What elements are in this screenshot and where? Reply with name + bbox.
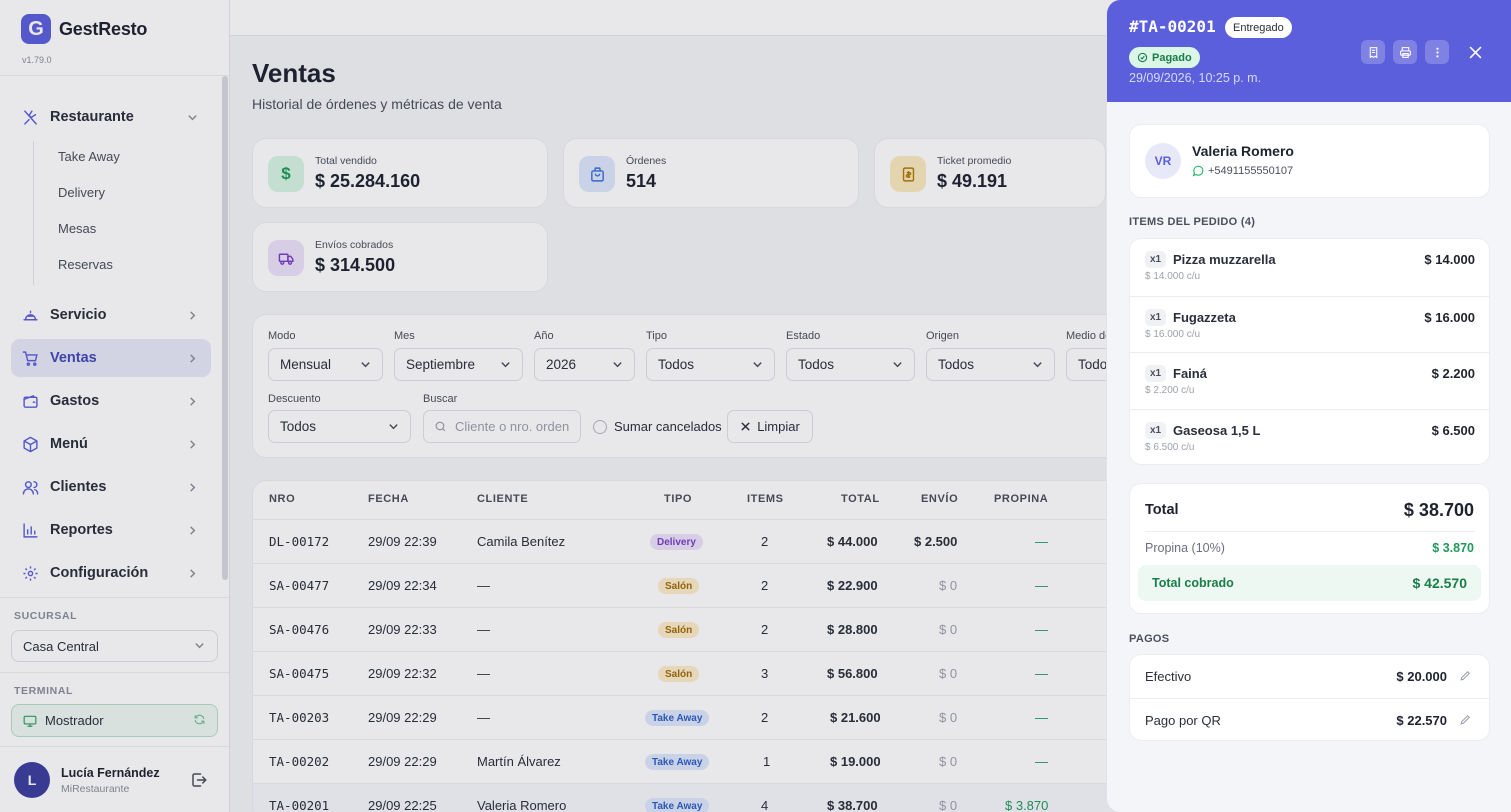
tip-value: $ 3.870 (1432, 541, 1474, 555)
order-item: x1 Fainá $ 2.200 c/u $ 2.200 (1130, 352, 1489, 409)
item-name: Pizza muzzarella (1173, 252, 1276, 267)
payments-section-title: PAGOS (1129, 633, 1170, 645)
whatsapp-icon (1192, 165, 1204, 177)
divider (1145, 531, 1475, 532)
customer-card: VR Valeria Romero +5491155550107 (1129, 124, 1490, 198)
close-panel-button[interactable] (1464, 41, 1486, 63)
item-qty: x1 (1145, 309, 1167, 326)
pencil-icon[interactable] (1459, 669, 1473, 683)
order-date: 29/09/2026, 10:25 p. m. (1129, 71, 1262, 85)
item-unit-price: $ 16.000 c/u (1145, 329, 1201, 340)
payment-row: Efectivo $ 20.000 (1130, 655, 1489, 698)
payment-amount: $ 20.000 (1396, 669, 1447, 684)
item-unit-price: $ 14.000 c/u (1145, 271, 1201, 282)
collected-row: Total cobrado $ 42.570 (1138, 565, 1481, 601)
collected-label: Total cobrado (1152, 576, 1234, 590)
order-id: #TA-00201 (1129, 17, 1216, 36)
payments-card: Efectivo $ 20.000 Pago por QR $ 22.570 (1129, 654, 1490, 741)
status-badge: Entregado (1225, 17, 1292, 38)
item-unit-price: $ 6.500 c/u (1145, 442, 1195, 453)
item-name: Gaseosa 1,5 L (1173, 423, 1261, 438)
item-name: Fainá (1173, 366, 1207, 381)
payment-amount: $ 22.570 (1396, 713, 1447, 728)
payment-method: Pago por QR (1145, 713, 1221, 728)
panel-header: #TA-00201 Entregado Pagado 29/09/2026, 1… (1107, 0, 1511, 102)
item-price: $ 14.000 (1424, 252, 1475, 267)
more-options-button[interactable] (1425, 40, 1449, 64)
payment-row: Pago por QR $ 22.570 (1130, 698, 1489, 741)
phone-number: +5491155550107 (1208, 165, 1294, 177)
order-item: x1 Pizza muzzarella $ 14.000 c/u $ 14.00… (1130, 239, 1489, 296)
total-value: $ 38.700 (1403, 500, 1474, 520)
item-qty: x1 (1145, 251, 1167, 268)
item-price: $ 16.000 (1424, 310, 1475, 325)
kebab-menu-icon (1431, 46, 1444, 59)
total-label: Total (1145, 502, 1179, 518)
order-item: x1 Gaseosa 1,5 L $ 6.500 c/u $ 6.500 (1130, 409, 1489, 466)
order-item: x1 Fugazzeta $ 16.000 c/u $ 16.000 (1130, 296, 1489, 353)
item-unit-price: $ 2.200 c/u (1145, 385, 1195, 396)
print-button[interactable] (1393, 40, 1417, 64)
payment-status-badge: Pagado (1129, 47, 1200, 68)
pencil-icon[interactable] (1459, 713, 1473, 727)
receipt-button[interactable] (1361, 40, 1385, 64)
item-qty: x1 (1145, 422, 1167, 439)
item-price: $ 6.500 (1431, 423, 1475, 438)
order-detail-panel: #TA-00201 Entregado Pagado 29/09/2026, 1… (1106, 0, 1511, 812)
printer-icon (1399, 46, 1412, 59)
customer-name: Valeria Romero (1192, 143, 1294, 159)
item-qty: x1 (1145, 365, 1167, 382)
collected-value: $ 42.570 (1412, 575, 1468, 591)
receipt-icon (1367, 46, 1380, 59)
tip-label: Propina (10%) (1145, 541, 1225, 555)
customer-avatar: VR (1145, 143, 1181, 179)
item-price: $ 2.200 (1431, 366, 1475, 381)
customer-phone[interactable]: +5491155550107 (1192, 165, 1293, 177)
close-icon (1469, 46, 1482, 59)
totals-card: Total $ 38.700 Propina (10%) $ 3.870 Tot… (1129, 483, 1490, 614)
payment-status-label: Pagado (1152, 51, 1192, 64)
items-section-title: ITEMS DEL PEDIDO (4) (1129, 216, 1256, 228)
item-name: Fugazzeta (1173, 310, 1236, 325)
items-card: x1 Pizza muzzarella $ 14.000 c/u $ 14.00… (1129, 238, 1490, 465)
payment-method: Efectivo (1145, 669, 1192, 684)
check-circle-icon (1137, 52, 1148, 63)
